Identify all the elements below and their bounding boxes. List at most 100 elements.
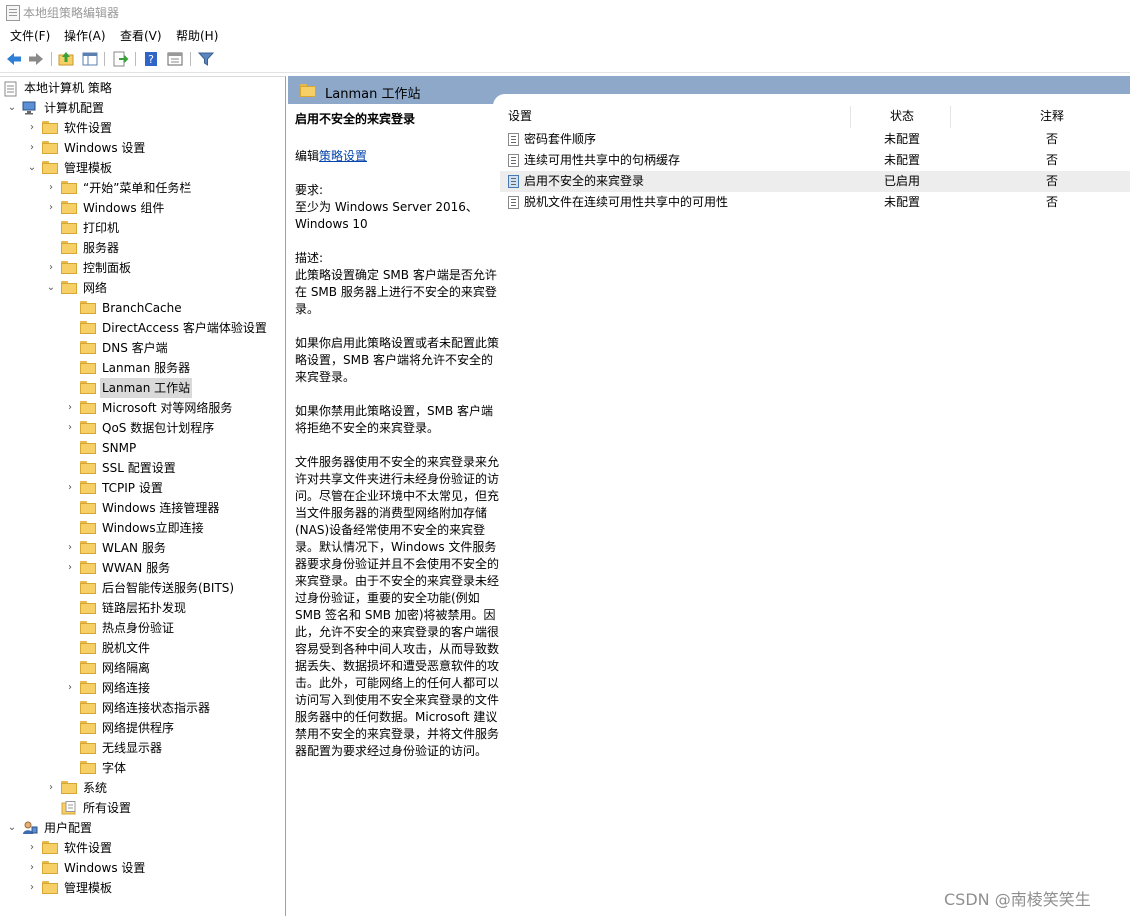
policy-setting-icon <box>508 175 519 188</box>
properties-icon[interactable] <box>166 50 184 68</box>
folder-icon <box>61 241 77 255</box>
row-comment: 否 <box>1046 153 1059 167</box>
tree-pane: 本地计算机 策略 ⌄ 计算机配置 › 软件设置 › Windows 设置 ⌄ 管… <box>0 76 286 916</box>
folder-icon <box>80 441 96 455</box>
edit-policy-link[interactable]: 策略设置 <box>319 149 367 163</box>
details-pane: Lanman 工作站 启用不安全的来宾登录 编辑策略设置 要求: 至少为 Win… <box>288 76 1130 915</box>
tree-label: SNMP <box>102 441 137 455</box>
computer-icon <box>22 101 38 115</box>
chevron-down-icon[interactable]: ⌄ <box>26 162 38 174</box>
folder-icon <box>61 281 77 295</box>
description-para-2: 如果你启用此策略设置或者未配置此策略设置，SMB 客户端将允许不安全的来宾登录。 <box>295 336 500 384</box>
menu-action[interactable]: 操作(A) <box>64 27 106 44</box>
table-row[interactable]: 密码套件顺序 未配置 否 <box>500 129 1130 150</box>
edit-policy-line: 编辑策略设置 <box>295 148 500 165</box>
table-row-selected[interactable]: 启用不安全的来宾登录 已启用 否 <box>500 171 1130 192</box>
show-hide-tree-icon[interactable] <box>81 50 99 68</box>
chevron-down-icon[interactable]: ⌄ <box>45 282 57 294</box>
tree-label: Windows 组件 <box>83 201 165 215</box>
tree-label: 控制面板 <box>83 261 132 275</box>
help-icon[interactable]: ? <box>142 50 160 68</box>
chevron-down-icon[interactable]: ⌄ <box>6 102 18 114</box>
requirements-label: 要求: <box>295 183 324 197</box>
chevron-right-icon[interactable]: › <box>45 202 57 214</box>
column-header-setting[interactable]: 设置 <box>508 104 532 128</box>
chevron-right-icon[interactable]: › <box>45 782 57 794</box>
tree-label: 系统 <box>83 781 108 795</box>
description-para-4: 文件服务器使用不安全的来宾登录来允许对共享文件夹进行未经身份验证的访问。尽管在企… <box>295 455 500 758</box>
tree-label: 字体 <box>102 761 127 775</box>
menu-view[interactable]: 查看(V) <box>120 27 162 44</box>
tree-label: 服务器 <box>83 241 120 255</box>
chevron-right-icon[interactable]: › <box>64 542 76 554</box>
filter-icon[interactable] <box>197 50 215 68</box>
table-row[interactable]: 连续可用性共享中的句柄缓存 未配置 否 <box>500 150 1130 171</box>
chevron-right-icon[interactable]: › <box>64 422 76 434</box>
forward-arrow-icon[interactable] <box>27 50 45 68</box>
table-row[interactable]: 脱机文件在连续可用性共享中的可用性 未配置 否 <box>500 192 1130 213</box>
up-folder-icon[interactable] <box>57 50 75 68</box>
tree-label: 所有设置 <box>83 801 132 815</box>
chevron-down-icon[interactable]: ⌄ <box>6 822 18 834</box>
tree-label: TCPIP 设置 <box>102 481 163 495</box>
folder-icon <box>80 461 96 475</box>
row-setting-name: 连续可用性共享中的句柄缓存 <box>524 153 681 167</box>
chevron-right-icon[interactable]: › <box>26 882 38 894</box>
folder-icon <box>80 361 96 375</box>
export-list-icon[interactable] <box>111 50 129 68</box>
row-comment: 否 <box>1046 195 1059 209</box>
requirements-text: 至少为 Windows Server 2016、Windows 10 <box>295 200 478 231</box>
folder-icon <box>61 261 77 275</box>
chevron-right-icon[interactable]: › <box>64 402 76 414</box>
tree-label: 计算机配置 <box>44 101 105 115</box>
chevron-right-icon[interactable]: › <box>26 122 38 134</box>
description-para-1: 此策略设置确定 SMB 客户端是否允许在 SMB 服务器上进行不安全的来宾登录。 <box>295 268 497 316</box>
folder-icon <box>80 421 96 435</box>
tree-label: 脱机文件 <box>102 641 151 655</box>
tree-label: 本地计算机 策略 <box>24 81 112 95</box>
row-comment: 否 <box>1046 132 1059 146</box>
all-settings-icon <box>61 801 77 815</box>
toolbar-separator <box>135 52 136 66</box>
menu-help[interactable]: 帮助(H) <box>176 27 218 44</box>
tree-label: 网络连接状态指示器 <box>102 701 211 715</box>
tree-label: 打印机 <box>83 221 120 235</box>
folder-icon <box>42 881 58 895</box>
folder-icon <box>80 621 96 635</box>
tree-label: 链路层拓扑发现 <box>102 601 187 615</box>
chevron-right-icon[interactable]: › <box>45 182 57 194</box>
description-panel: 启用不安全的来宾登录 编辑策略设置 要求: 至少为 Windows Server… <box>295 111 500 777</box>
tree-label: Windows 设置 <box>64 141 146 155</box>
chevron-right-icon[interactable]: › <box>26 862 38 874</box>
pane-header-curve <box>493 94 1130 114</box>
folder-icon <box>42 141 58 155</box>
tree-label: 用户配置 <box>44 821 93 835</box>
folder-icon <box>42 861 58 875</box>
chevron-right-icon[interactable]: › <box>45 262 57 274</box>
back-arrow-icon[interactable] <box>5 50 23 68</box>
toolbar-separator <box>190 52 191 66</box>
chevron-right-icon[interactable]: › <box>64 482 76 494</box>
column-divider[interactable] <box>850 106 851 128</box>
pane-header-title: Lanman 工作站 <box>325 87 421 102</box>
column-divider[interactable] <box>950 106 951 128</box>
folder-icon <box>80 581 96 595</box>
menu-file[interactable]: 文件(F) <box>10 27 50 44</box>
row-setting-name: 密码套件顺序 <box>524 132 597 146</box>
chevron-right-icon[interactable]: › <box>64 562 76 574</box>
description-label: 描述: <box>295 251 324 265</box>
row-comment: 否 <box>1046 174 1059 188</box>
column-header-state[interactable]: 状态 <box>890 104 914 128</box>
folder-icon <box>300 84 316 97</box>
edit-prefix: 编辑 <box>295 149 320 163</box>
policy-setting-icon <box>508 154 519 167</box>
folder-icon <box>80 341 96 355</box>
folder-icon <box>42 121 58 135</box>
chevron-right-icon[interactable]: › <box>64 682 76 694</box>
chevron-right-icon[interactable]: › <box>26 842 38 854</box>
tree-label: 网络隔离 <box>102 661 151 675</box>
tree-label: 软件设置 <box>64 121 113 135</box>
chevron-right-icon[interactable]: › <box>26 142 38 154</box>
folder-icon <box>80 321 96 335</box>
column-header-comment[interactable]: 注释 <box>1040 104 1064 128</box>
